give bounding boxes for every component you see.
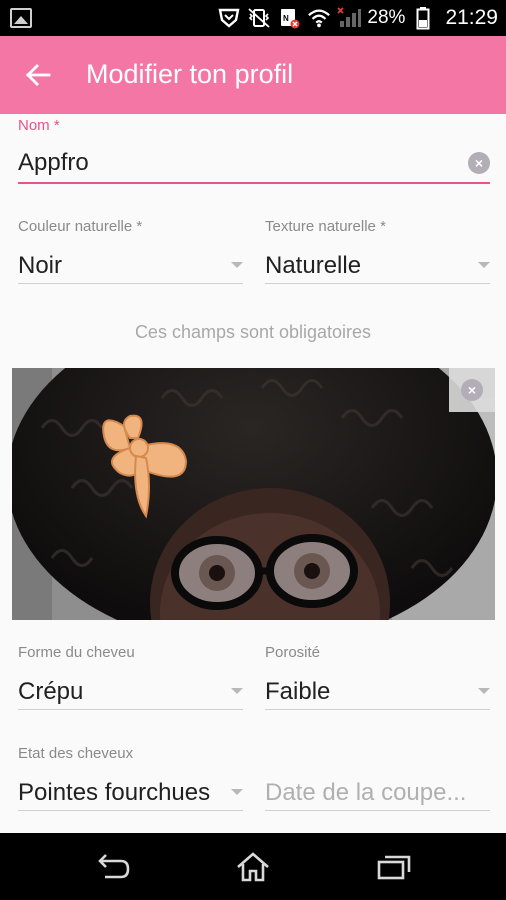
back-button[interactable] xyxy=(20,57,56,93)
cut-date-field[interactable]: Date de la coupe... xyxy=(265,779,466,807)
system-nav-bar xyxy=(0,833,506,900)
name-field[interactable]: Appfro xyxy=(18,149,89,177)
nfc-icon: N xyxy=(277,6,301,30)
nav-home-button[interactable] xyxy=(233,849,273,885)
hair-shape-label: Forme du cheveu xyxy=(18,644,135,661)
natural-color-underline xyxy=(18,283,243,284)
natural-texture-underline xyxy=(265,283,490,284)
remove-photo-button[interactable]: × xyxy=(449,368,495,412)
back-icon xyxy=(98,854,130,879)
required-fields-hint: Ces champs sont obligatoires xyxy=(134,322,372,342)
page-title: Modifier ton profil xyxy=(86,59,294,89)
chevron-down-icon xyxy=(231,688,243,694)
natural-texture-label: Texture naturelle * xyxy=(265,218,386,235)
hair-state-select[interactable]: Pointes fourchues xyxy=(18,779,210,807)
home-icon xyxy=(237,852,269,882)
profile-photo[interactable]: × xyxy=(12,368,495,620)
arrow-left-icon xyxy=(26,64,51,86)
recents-icon xyxy=(377,855,411,880)
hair-state-underline xyxy=(18,810,243,811)
natural-texture-select[interactable]: Naturelle xyxy=(265,252,361,280)
chevron-down-icon xyxy=(231,262,243,268)
wifi-icon xyxy=(307,6,331,30)
porosity-select[interactable]: Faible xyxy=(265,678,330,706)
profile-photo-image xyxy=(12,368,495,620)
nav-back-button[interactable] xyxy=(93,849,133,885)
nav-recents-button[interactable] xyxy=(374,849,414,885)
hair-shape-underline xyxy=(18,709,243,710)
status-bar: N 28% 21:29 xyxy=(0,0,506,36)
natural-color-label: Couleur naturelle * xyxy=(18,218,143,235)
profile-form: Nom * Appfro × Couleur naturelle * Noir … xyxy=(0,114,506,833)
vpn-shield-icon xyxy=(217,6,241,30)
close-icon: × xyxy=(474,155,484,171)
battery-percentage: 28% xyxy=(367,7,406,28)
hair-shape-select[interactable]: Crépu xyxy=(18,678,83,706)
name-field-label: Nom * xyxy=(18,117,60,134)
clear-name-button[interactable]: × xyxy=(468,152,490,174)
status-clock: 21:29 xyxy=(445,6,498,29)
signal-icon xyxy=(337,6,362,30)
porosity-underline xyxy=(265,709,490,710)
app-bar: Modifier ton profil xyxy=(0,36,506,114)
chevron-down-icon xyxy=(231,789,243,795)
chevron-down-icon xyxy=(478,262,490,268)
porosity-label: Porosité xyxy=(265,644,321,661)
natural-color-select[interactable]: Noir xyxy=(18,252,62,280)
svg-text:N: N xyxy=(283,14,289,23)
name-field-underline xyxy=(18,182,490,184)
chevron-down-icon xyxy=(478,688,490,694)
gallery-notification-icon xyxy=(10,8,32,28)
vibrate-icon xyxy=(247,6,271,30)
cut-date-underline xyxy=(265,810,490,811)
battery-icon xyxy=(411,6,435,30)
hair-state-label: Etat des cheveux xyxy=(18,745,134,762)
status-icons: N 28% 21:29 xyxy=(217,0,498,36)
close-icon: × xyxy=(461,379,483,401)
